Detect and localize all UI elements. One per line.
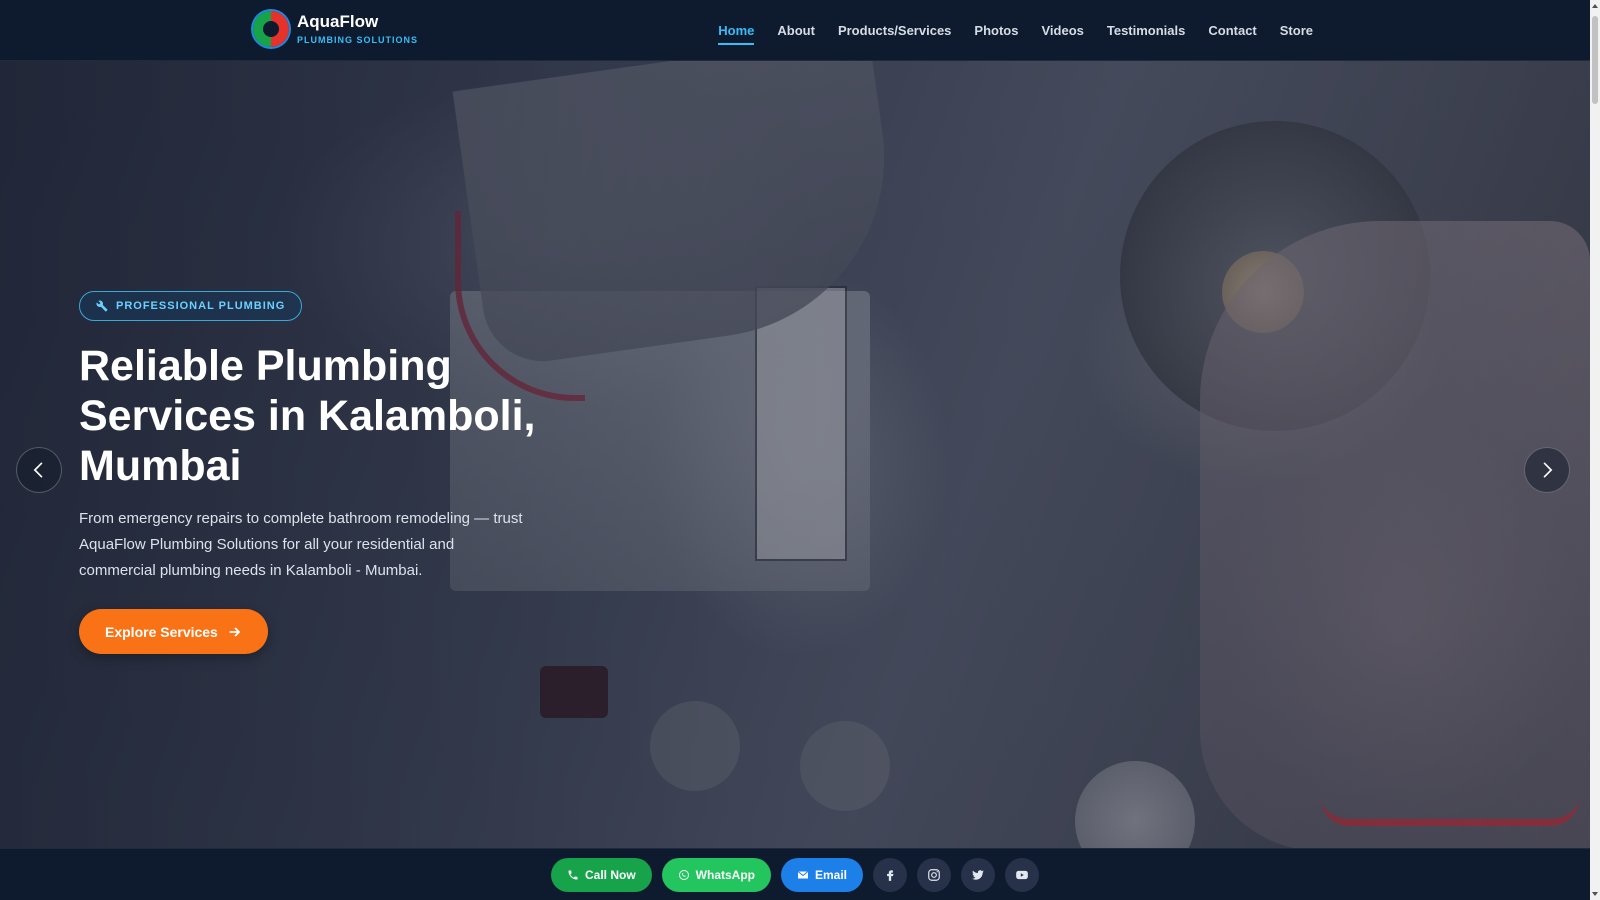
hero-carousel: PROFESSIONAL PLUMBING Reliable Plumbing … [0,61,1590,848]
chevron-right-icon [1543,462,1553,478]
nav-item-testimonials[interactable]: Testimonials [1107,15,1186,46]
brand-logo-link[interactable]: AquaFlow PLUMBING SOLUTIONS [253,11,418,47]
explore-services-label: Explore Services [105,623,218,640]
facebook-icon [887,869,894,881]
scroll-down-arrow-icon[interactable] [1592,892,1598,896]
hero-description: From emergency repairs to complete bathr… [79,510,523,579]
hero-title-line-1: Reliable Plumbing [79,342,452,390]
main-nav: Home About Products/Services Photos Vide… [718,0,1313,61]
email-label: Email [814,867,847,882]
email-button[interactable]: Email [780,857,863,892]
youtube-icon [1016,870,1028,879]
contact-action-bar: Call Now WhatsApp Email [0,848,1590,900]
hero-content: PROFESSIONAL PLUMBING Reliable Plumbing … [79,291,639,654]
scrollbar-thumb[interactable] [1592,16,1598,104]
nav-item-store[interactable]: Store [1280,15,1313,46]
brand-name: AquaFlow [297,12,379,31]
call-now-button[interactable]: Call Now [550,857,652,892]
nav-item-contact[interactable]: Contact [1208,15,1256,46]
nav-item-videos[interactable]: Videos [1041,15,1083,46]
page-scrollbar[interactable] [1590,0,1600,900]
hero-badge-label: PROFESSIONAL PLUMBING [116,300,286,312]
twitter-icon [972,869,984,880]
nav-item-products-services[interactable]: Products/Services [838,15,951,46]
explore-services-button[interactable]: Explore Services [79,609,268,654]
call-now-label: Call Now [584,867,636,882]
site-header: AquaFlow PLUMBING SOLUTIONS Home About P… [0,0,1590,61]
carousel-prev-button[interactable] [16,447,62,493]
hero-badge: PROFESSIONAL PLUMBING [79,291,303,321]
phone-icon [568,870,578,879]
whatsapp-label: WhatsApp [695,867,755,882]
wrench-icon [96,300,108,312]
nav-item-photos[interactable]: Photos [974,15,1018,46]
carousel-next-button[interactable] [1524,447,1570,493]
hero-title: Reliable Plumbing Services in Kalamboli,… [79,341,639,491]
scroll-up-arrow-icon[interactable] [1592,4,1598,8]
facebook-link[interactable] [873,857,907,892]
whatsapp-icon [678,869,689,880]
chevron-left-icon [33,462,43,478]
instagram-icon [928,868,940,881]
nav-item-home[interactable]: Home [718,15,755,46]
hero-title-line-2: Services in Kalamboli, [79,392,536,440]
brand-tagline: PLUMBING SOLUTIONS [297,35,418,45]
nav-item-about[interactable]: About [777,15,815,46]
youtube-link[interactable] [1005,857,1039,892]
instagram-link[interactable] [917,857,951,892]
whatsapp-button[interactable]: WhatsApp [661,857,771,892]
envelope-icon [797,870,809,878]
twitter-link[interactable] [961,857,995,892]
arrow-right-icon [229,627,240,636]
hero-title-line-3: Mumbai [79,442,242,490]
brand-text: AquaFlow PLUMBING SOLUTIONS [297,13,418,45]
aquaflow-logo-icon [253,11,289,47]
